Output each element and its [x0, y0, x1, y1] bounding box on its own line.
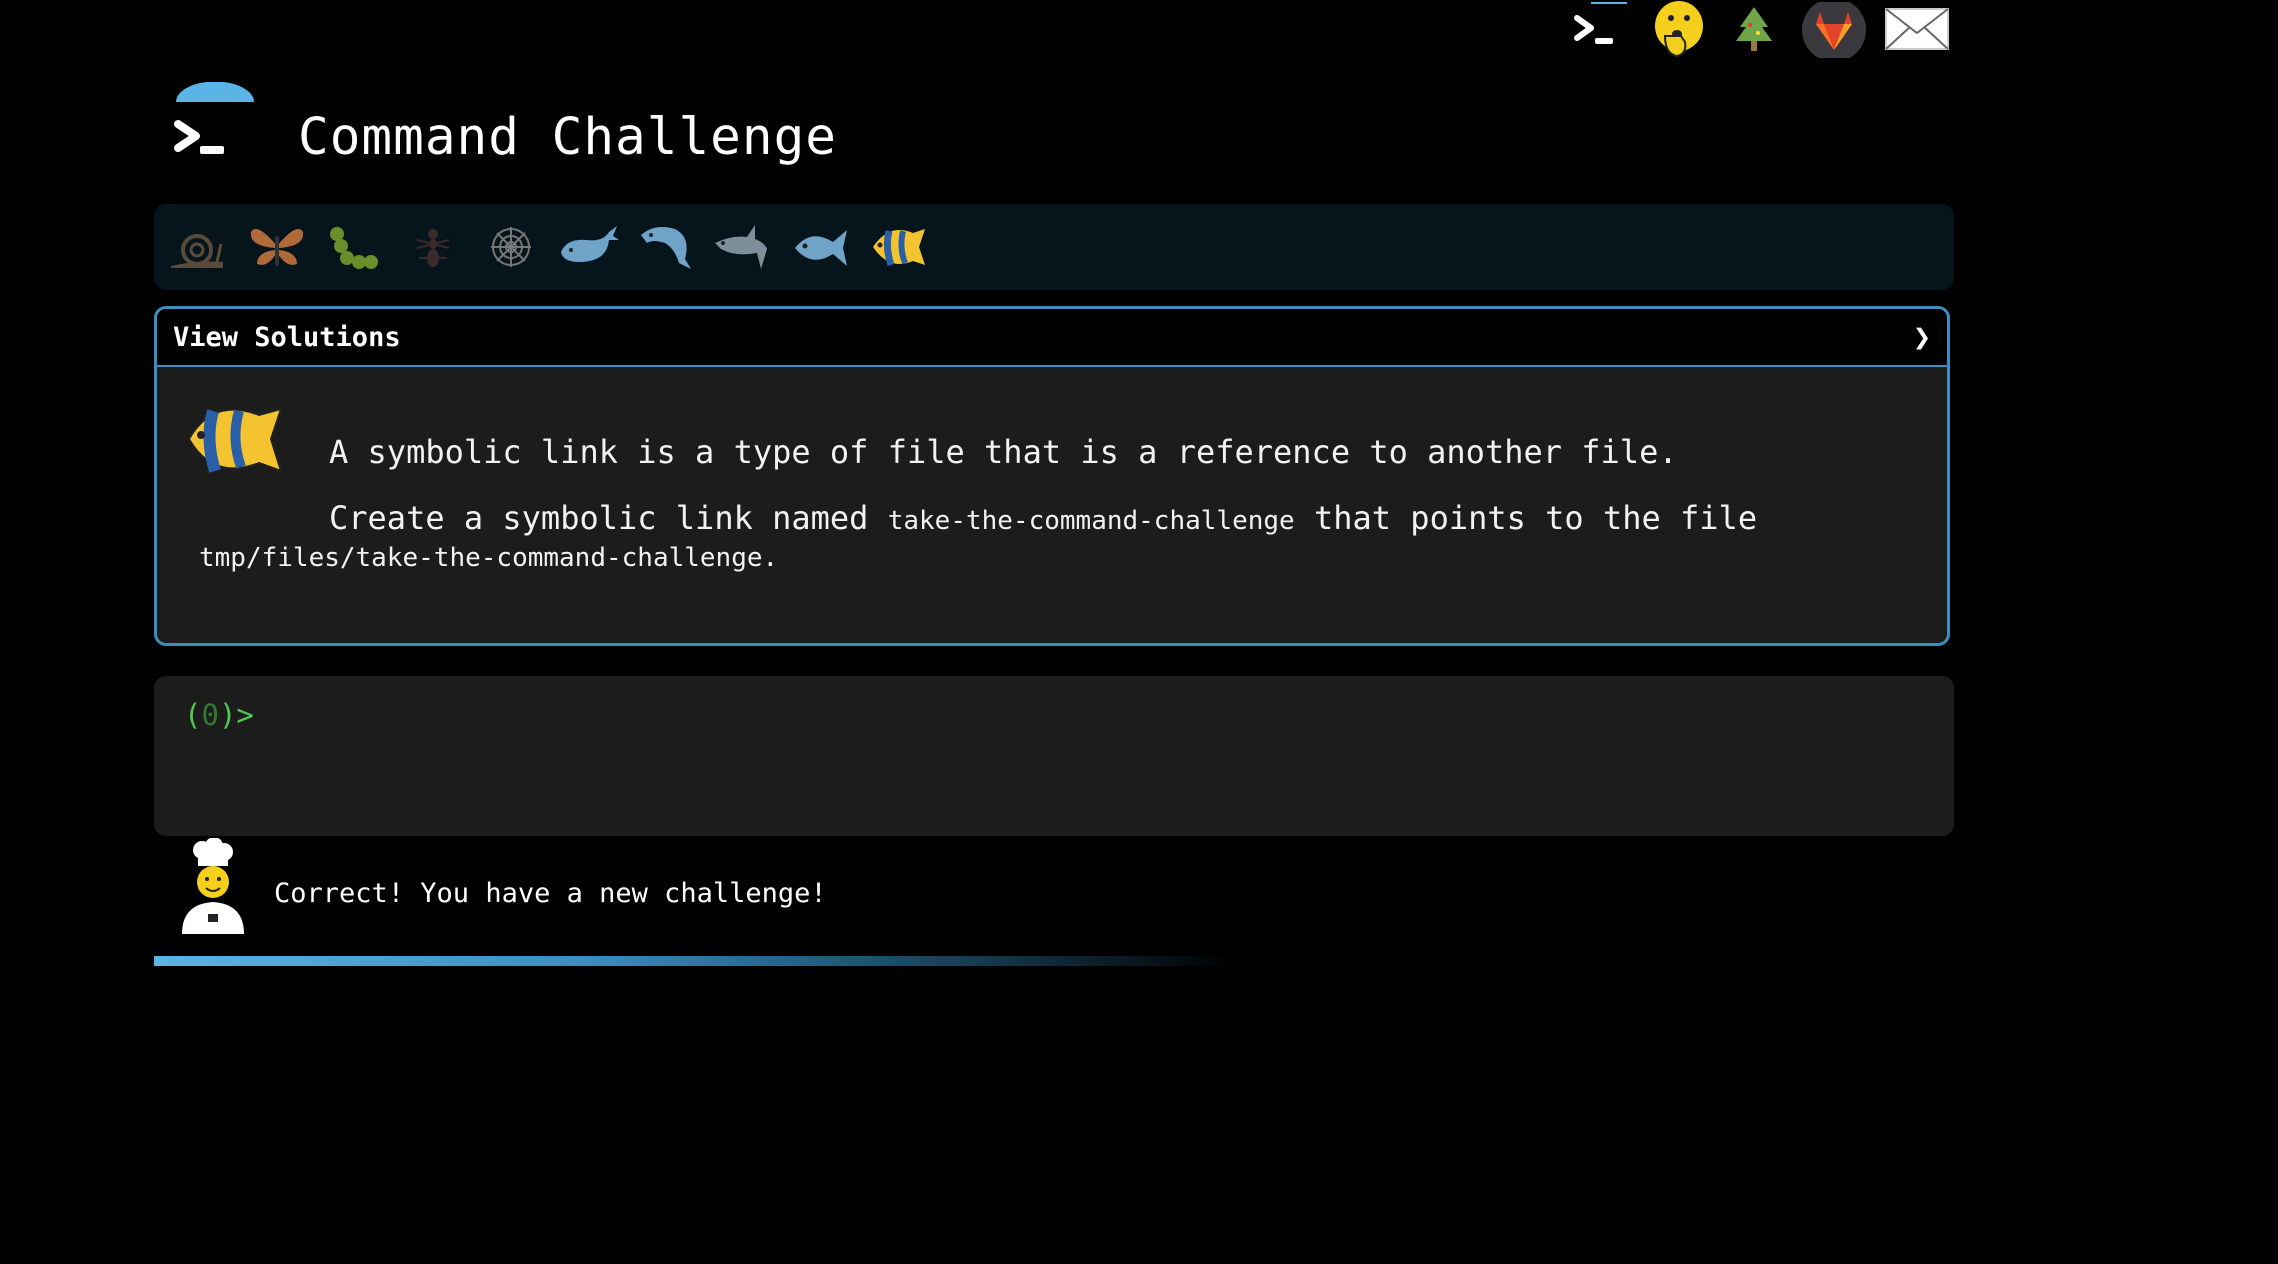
gitlab-icon: [1802, 2, 1866, 58]
mail-nav-button[interactable]: [1879, 0, 1954, 60]
gitlab-nav-button[interactable]: [1799, 0, 1869, 60]
dolphin-icon: [641, 227, 691, 269]
prompt-open: (: [184, 698, 202, 732]
tropical-fish-icon: [187, 407, 283, 473]
level-spider-web[interactable]: [478, 214, 544, 280]
chef-avatar: [178, 837, 248, 934]
feedback-message: Correct! You have a new challenge!: [274, 878, 827, 909]
terminal-input-area[interactable]: (0)>: [154, 676, 1954, 836]
terminal-nav-button[interactable]: [1564, 0, 1634, 60]
level-caterpillar[interactable]: [322, 214, 388, 280]
task-text-end: that points to the file: [1294, 499, 1758, 537]
level-whale[interactable]: [556, 214, 622, 280]
terminal-icon: [1574, 2, 1627, 44]
page-title: Command Challenge: [298, 108, 837, 167]
top-nav: [1554, 0, 1954, 60]
tree-icon: [1736, 7, 1772, 51]
target-path-period: .: [762, 543, 779, 573]
caterpillar-icon: [330, 227, 378, 269]
challenge-panel: View Solutions ❯ A symbolic link is a ty…: [154, 306, 1950, 646]
level-butterfly[interactable]: [244, 214, 310, 280]
envelope-icon: [1884, 8, 1949, 50]
ant-icon: [416, 229, 450, 267]
shushing-face-icon: [1655, 1, 1703, 58]
chevron-right-icon: ❯: [1912, 319, 1931, 355]
view-solutions-toggle[interactable]: View Solutions ❯: [157, 309, 1947, 367]
level-dolphin[interactable]: [632, 214, 698, 280]
level-strip: [154, 204, 1954, 290]
tree-nav-button[interactable]: [1724, 0, 1784, 60]
level-shark[interactable]: [710, 214, 776, 280]
link-name-code: take-the-command-challenge: [887, 506, 1295, 536]
site-logo[interactable]: [168, 81, 258, 172]
secret-nav-button[interactable]: [1644, 0, 1714, 60]
progress-bar: [154, 956, 1234, 966]
level-tropical-fish[interactable]: [866, 214, 932, 280]
tropical-fish-icon: [873, 229, 925, 267]
challenge-description: A symbolic link is a type of file that i…: [157, 367, 1947, 643]
challenge-target-text: tmp/files/take-the-command-challenge.: [199, 543, 778, 573]
shark-icon: [715, 225, 767, 269]
prompt-return-code: 0: [201, 698, 219, 732]
level-snail[interactable]: [164, 214, 230, 280]
challenge-task-text: Create a symbolic link named take-the-co…: [329, 499, 1757, 537]
challenge-intro-text: A symbolic link is a type of file that i…: [329, 433, 1678, 471]
level-fish[interactable]: [788, 214, 854, 280]
spider-web-icon: [491, 227, 531, 267]
chef-icon: [182, 837, 244, 934]
target-path-code: tmp/files/take-the-command-challenge: [199, 543, 763, 573]
fish-icon: [795, 230, 847, 266]
snail-icon: [171, 234, 223, 268]
butterfly-icon: [250, 229, 304, 266]
prompt-close: )>: [218, 698, 254, 732]
terminal-prompt-icon: [174, 81, 254, 154]
challenge-fish-image: [183, 393, 287, 483]
task-text-start: Create a symbolic link named: [329, 499, 888, 537]
level-ant[interactable]: [400, 214, 466, 280]
whale-icon: [561, 226, 619, 262]
view-solutions-label: View Solutions: [173, 321, 401, 353]
terminal-prompt: (0)>: [184, 698, 254, 732]
